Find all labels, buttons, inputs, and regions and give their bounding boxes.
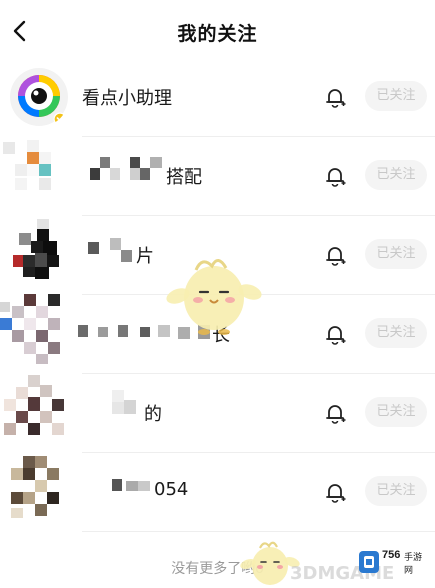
bell-icon	[326, 484, 346, 503]
avatar-pixelated[interactable]	[3, 140, 69, 206]
followed-button[interactable]: 已关注	[365, 81, 427, 111]
censored-name-mosaic	[88, 238, 132, 262]
name-mosaic	[110, 477, 150, 505]
name-mosaic	[88, 238, 138, 272]
notification-bell-button[interactable]	[322, 242, 348, 268]
bell-icon	[326, 405, 346, 424]
follow-name[interactable]: 的	[144, 400, 162, 426]
page-title: 我的关注	[177, 23, 258, 45]
list-item[interactable]: 搭配 已关注	[0, 137, 435, 216]
follow-list-page: 我的关注 看点小助理 已关注 搭配 已关注 片 已关注 长 已关注 的 已关注 …	[0, 0, 435, 588]
bell-icon	[326, 247, 346, 266]
censored-name-mosaic	[90, 157, 162, 180]
censored-name-mosaic	[112, 479, 150, 491]
follow-name[interactable]: 片	[136, 242, 154, 268]
followed-button[interactable]: 已关注	[365, 239, 427, 269]
phone-logo-icon	[359, 551, 379, 573]
notification-bell-button[interactable]	[322, 84, 348, 110]
bell-icon	[326, 168, 346, 187]
site-number: 756	[382, 549, 401, 561]
avatar-pixelated[interactable]	[0, 294, 69, 364]
site-suffix: 手游网	[404, 553, 423, 576]
name-mosaic	[90, 157, 162, 195]
avatar-kandian-assistant[interactable]	[9, 67, 69, 127]
header-bar: 我的关注	[0, 0, 435, 62]
bell-icon	[326, 326, 346, 345]
pixelated-avatar-image	[3, 140, 51, 190]
site-watermark-badge: 756 手游网	[358, 548, 428, 576]
chick-mascot-watermark-icon	[166, 259, 262, 335]
avatar-pixelated[interactable]	[9, 456, 69, 522]
list-item[interactable]: 054 已关注	[0, 453, 435, 532]
followed-button[interactable]: 已关注	[365, 318, 427, 348]
pixelated-avatar-image	[11, 456, 59, 518]
notification-bell-button[interactable]	[322, 479, 348, 505]
notification-bell-button[interactable]	[322, 163, 348, 189]
avatar-pixelated[interactable]	[9, 219, 69, 285]
follow-name[interactable]: 搭配	[166, 163, 202, 189]
followed-button[interactable]: 已关注	[365, 476, 427, 506]
pixelated-avatar-image	[0, 294, 60, 364]
list-item[interactable]: 看点小助理 已关注	[0, 58, 435, 137]
row-divider	[82, 531, 435, 532]
follow-name[interactable]: 看点小助理	[82, 84, 172, 110]
followed-button[interactable]: 已关注	[365, 160, 427, 190]
notification-bell-button[interactable]	[322, 321, 348, 347]
list-item[interactable]: 的 已关注	[0, 374, 435, 453]
pixelated-avatar-image	[4, 375, 64, 435]
follow-name[interactable]: 054	[154, 479, 188, 500]
notification-bell-button[interactable]	[322, 400, 348, 426]
pixelated-avatar-image	[13, 219, 59, 279]
followed-button[interactable]: 已关注	[365, 397, 427, 427]
avatar-pixelated[interactable]	[4, 375, 69, 443]
verified-badge-icon	[53, 112, 67, 126]
bell-icon	[326, 89, 346, 108]
